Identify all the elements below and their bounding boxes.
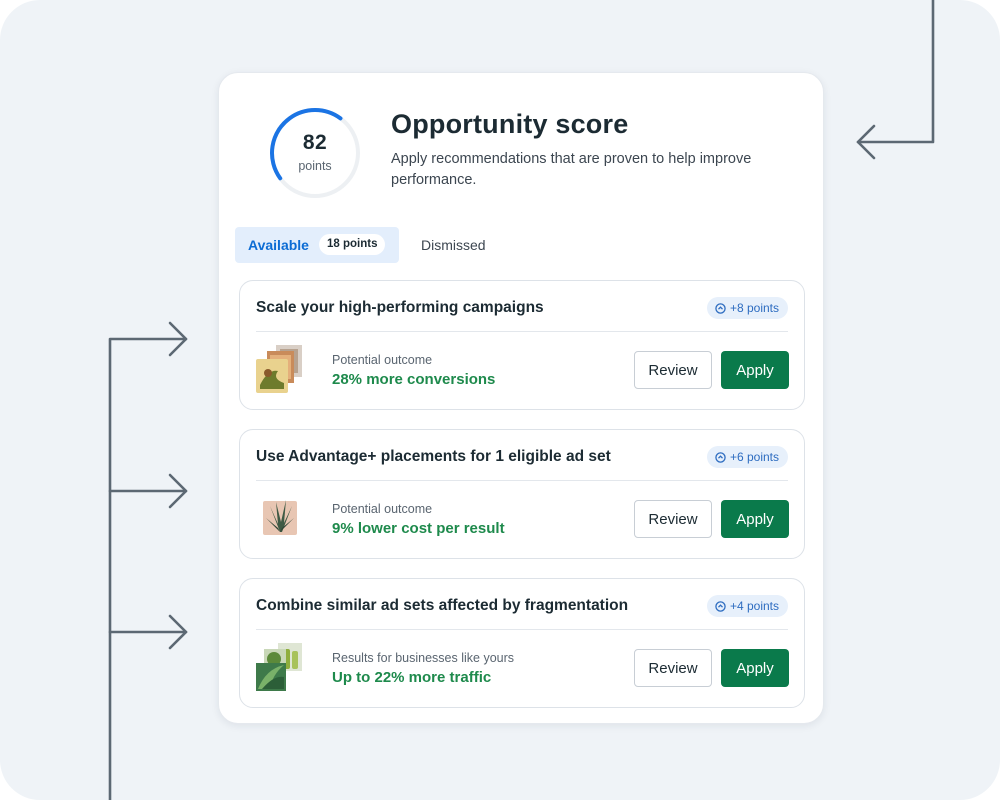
aloe-plant-image [263,500,297,535]
tab-available[interactable]: Available 18 points [235,227,399,263]
tab-dismissed[interactable]: Dismissed [421,237,486,253]
points-value: +8 points [729,301,779,315]
points-up-icon [715,601,726,612]
apply-button[interactable]: Apply [721,500,789,538]
recommendation-title: Scale your high-performing campaigns [256,299,544,316]
points-value: +4 points [729,599,779,613]
points-badge: +8 points [706,297,788,319]
points-up-icon [715,303,726,314]
divider [256,480,788,481]
recommendation-title: Use Advantage+ placements for 1 eligible… [256,448,611,465]
outcome-label: Potential outcome [332,502,433,516]
apply-button[interactable]: Apply [721,649,789,687]
top-right-connector [856,0,935,144]
available-points-badge: 18 points [319,234,386,255]
screenshot-frame: 82 points Opportunity score Apply recomm… [0,0,1000,800]
outcome-label: Potential outcome [332,353,433,367]
left-vertical-connector [108,337,188,800]
stacked-product-images [256,345,302,393]
recommendation-card: Scale your high-performing campaigns +8 … [239,280,805,410]
apply-button[interactable]: Apply [721,351,789,389]
outcome-label: Results for businesses like yours [332,651,515,665]
page-subtitle: Apply recommendations that are proven to… [391,151,752,188]
review-button[interactable]: Review [634,500,712,538]
points-up-icon [715,452,726,463]
outcome-value: Up to 22% more traffic [332,669,492,686]
divider [256,629,788,630]
points-badge: +6 points [706,446,788,468]
recommendation-title: Combine similar ad sets affected by frag… [256,597,629,614]
points-badge: +4 points [706,595,788,617]
opportunity-score-card: 82 points Opportunity score Apply recomm… [218,72,824,724]
score-readout: 82 points [267,131,363,173]
outcome-value: 9% lower cost per result [332,520,505,537]
recommendation-card: Use Advantage+ placements for 1 eligible… [239,429,805,559]
recommendation-card: Combine similar ad sets affected by frag… [239,578,805,708]
review-button[interactable]: Review [634,649,712,687]
plant-collage-images [256,643,302,691]
page-title: Opportunity score [391,109,629,139]
tab-available-label: Available [248,237,309,253]
outcome-value: 28% more conversions [332,371,496,388]
score-value: 82 [302,131,328,154]
score-unit: points [298,159,332,173]
divider [256,331,788,332]
points-value: +6 points [729,450,779,464]
review-button[interactable]: Review [634,351,712,389]
